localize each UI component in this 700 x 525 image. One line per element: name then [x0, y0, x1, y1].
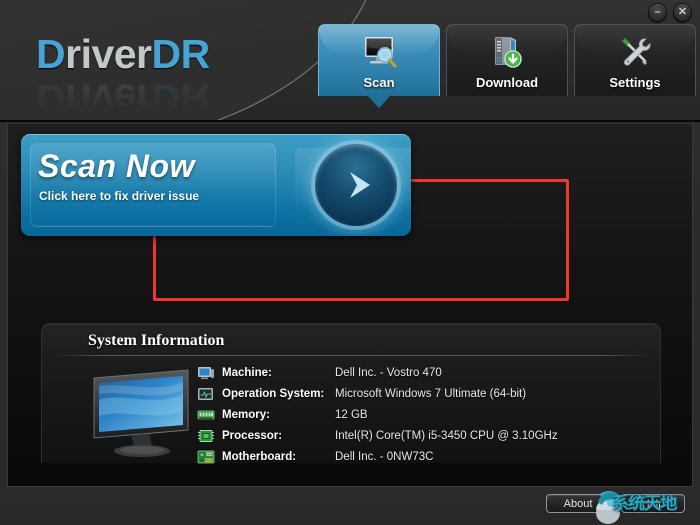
application-window: DriverDR DriverDR – ✕ Scan Download Sett…	[0, 0, 700, 525]
about-button[interactable]: About	[546, 494, 610, 513]
tab-settings-label: Settings	[609, 75, 661, 90]
row-label: Motherboard:	[222, 450, 297, 463]
logo-part-1: D	[36, 31, 66, 77]
table-row: Memory: 12 GB	[197, 404, 657, 425]
computer-icon	[198, 366, 214, 379]
app-logo-text: DriverDR	[36, 32, 286, 76]
main-tabs: Scan Download Settings	[318, 24, 696, 108]
app-header: DriverDR DriverDR – ✕ Scan Download Sett…	[0, 0, 700, 122]
row-value: Dell Inc. - Vostro 470	[335, 366, 442, 379]
active-tab-pointer	[368, 96, 390, 108]
scan-now-title: Scan Now	[38, 148, 195, 184]
table-row: Motherboard: Dell Inc. - 0NW73C	[197, 446, 657, 467]
tab-scan[interactable]: Scan	[318, 24, 440, 108]
system-information-heading: System Information	[88, 332, 225, 349]
row-value: Dell Inc. - 0NW73C	[335, 450, 434, 463]
main-content-area: Scan Now Click here to fix driver issue …	[7, 124, 693, 487]
system-information-rows: Machine: Dell Inc. - Vostro 470 Operatio…	[197, 362, 657, 467]
app-logo: DriverDR DriverDR	[36, 32, 286, 122]
tab-scan-label: Scan	[363, 75, 395, 90]
row-value: Microsoft Windows 7 Ultimate (64-bit)	[335, 387, 527, 400]
help-button[interactable]: Help	[621, 494, 685, 513]
row-label: Processor:	[222, 429, 283, 442]
motherboard-icon	[197, 450, 215, 463]
monitor-magnifier-icon	[365, 37, 397, 68]
table-row: Operation System: Microsoft Windows 7 Ul…	[197, 383, 657, 404]
row-value: Intel(R) Core(TM) i5-3450 CPU @ 3.10GHz	[335, 429, 558, 442]
row-label: Operation System:	[222, 387, 325, 400]
logo-reflection-part-2: river	[65, 76, 152, 122]
scan-now-subtitle: Click here to fix driver issue	[39, 189, 200, 203]
window-controls: – ✕	[648, 3, 692, 22]
logo-reflection-part-1: D	[36, 76, 66, 122]
logo-reflection-part-3: DR	[151, 76, 210, 122]
system-information-divider	[52, 355, 652, 356]
os-monitor-icon	[198, 387, 213, 400]
row-label: Machine:	[222, 366, 272, 379]
system-information-panel: System Information Machine: Dell Inc. - …	[41, 323, 661, 463]
app-footer: About Help	[0, 488, 700, 525]
chevron-right-icon	[349, 172, 370, 198]
tab-download[interactable]: Download	[446, 24, 568, 96]
table-row: Machine: Dell Inc. - Vostro 470	[197, 362, 657, 383]
logo-part-3: DR	[151, 31, 211, 77]
row-label: Memory:	[222, 408, 270, 421]
cpu-chip-icon	[198, 429, 214, 442]
tab-settings[interactable]: Settings	[574, 24, 696, 96]
app-logo-reflection: DriverDR	[36, 76, 286, 122]
scan-now-arrow-button[interactable]	[315, 144, 397, 226]
header-divider	[0, 120, 700, 122]
table-row: Processor: Intel(R) Core(TM) i5-3450 CPU…	[197, 425, 657, 446]
logo-part-2: river	[65, 31, 152, 77]
minimize-button[interactable]: –	[648, 3, 667, 22]
server-download-icon	[495, 37, 522, 68]
memory-ram-icon	[197, 410, 215, 419]
scan-now-button[interactable]: Scan Now Click here to fix driver issue	[21, 134, 411, 236]
monitor-illustration	[93, 369, 189, 457]
row-value: 12 GB	[335, 408, 368, 421]
close-button[interactable]: ✕	[673, 3, 692, 22]
screwdriver-wrench-icon	[621, 37, 651, 66]
tab-download-label: Download	[475, 75, 539, 90]
